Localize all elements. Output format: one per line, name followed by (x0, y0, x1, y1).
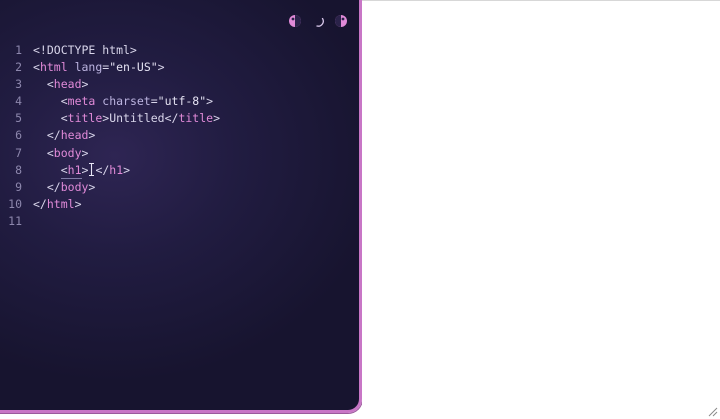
contrast-button[interactable] (332, 13, 349, 30)
bracket: > (88, 179, 96, 194)
bracket: > (157, 60, 165, 75)
bracket: </ (164, 111, 179, 126)
line-number: 1 (15, 43, 22, 57)
tag-name: title (178, 111, 214, 126)
line-number: 10 (8, 196, 22, 211)
tag-name: title (67, 111, 103, 126)
resize-grip-icon[interactable] (706, 405, 718, 417)
string: "utf-8" (157, 94, 207, 109)
loading-spinner-button[interactable] (309, 13, 326, 30)
code-line-10: 10 </html > (0, 196, 220, 213)
line-number: 6 (15, 128, 22, 143)
bracket: < (60, 94, 68, 109)
line-number: 9 (15, 179, 22, 194)
preview-pane (362, 0, 720, 419)
equals: = (102, 60, 110, 75)
theme-toggle-button[interactable] (286, 13, 303, 30)
tag-name: html (39, 60, 68, 75)
line-number: 2 (15, 60, 22, 75)
code-area[interactable]: 1 <!DOCTYPE html> 2 < html lang = "en-US" > 3 … (0, 42, 220, 230)
bracket: > (213, 111, 221, 126)
code-line-6: 6 </head > (0, 127, 220, 144)
line-number: 11 (8, 213, 22, 228)
page: 1 <!DOCTYPE html> 2 < html lang = "en-US" > 3 … (0, 0, 720, 419)
string: "en-US" (109, 60, 158, 75)
code-line-1: 1 <!DOCTYPE html> (0, 42, 220, 59)
bracket: < (46, 145, 54, 160)
contrast-icon (334, 15, 347, 27)
line-number: 8 (15, 162, 22, 177)
bracket: </ (46, 128, 61, 143)
theme-toggle-icon (288, 15, 301, 27)
loading-spinner-icon (315, 17, 324, 27)
tag-name: h1 (109, 162, 124, 177)
bracket: < (60, 162, 68, 177)
code-editor-panel[interactable]: 1 <!DOCTYPE html> 2 < html lang = "en-US" > 3 … (0, 0, 362, 413)
bracket: </ (95, 162, 110, 177)
line-number: 3 (15, 77, 22, 92)
code-line-5: 5 < title > Untitled </title > (0, 110, 220, 127)
attribute: charset (95, 94, 151, 109)
bracket: </ (46, 179, 61, 194)
line-number: 5 (15, 111, 22, 126)
code-line-4: 4 < meta charset = "utf-8" > (0, 93, 220, 110)
tag-name: body (60, 179, 89, 194)
editor-toolbar (286, 13, 349, 29)
bracket: > (123, 162, 131, 177)
tag-name: html (46, 196, 75, 211)
code-line-3: 3 < head > (0, 76, 220, 93)
bracket: < (33, 60, 40, 75)
code-line-9: 9 </body > (0, 179, 220, 196)
equals: = (150, 94, 158, 109)
bracket: > (81, 77, 89, 92)
title-text: Untitled (109, 111, 165, 126)
line-number: 7 (15, 145, 22, 160)
code-line-11: 11 (0, 213, 220, 230)
h1-open-tag: <h1 (60, 162, 82, 179)
bracket: > (102, 111, 110, 126)
code-line-8: 8 <h1 > </h1 > (0, 162, 220, 179)
bracket: < (60, 111, 68, 126)
code-line-2: 2 < html lang = "en-US" > (0, 59, 220, 76)
bracket: < (46, 77, 54, 92)
bracket: > (206, 94, 214, 109)
bracket: > (81, 145, 89, 160)
text-cursor-icon (88, 162, 95, 177)
bracket: > (81, 162, 89, 177)
bracket: > (88, 128, 96, 143)
bracket: > (74, 196, 82, 211)
bracket: </ (33, 196, 47, 211)
tag-name: head (53, 77, 82, 92)
code-line-7: 7 < body > (0, 145, 220, 162)
line-number: 4 (15, 94, 22, 109)
doctype: <!DOCTYPE html> (33, 43, 137, 57)
tag-name: meta (67, 94, 96, 109)
tag-name: head (60, 128, 89, 143)
tag-name: h1 (67, 162, 82, 177)
tag-name: body (53, 145, 82, 160)
attribute: lang (67, 60, 103, 75)
